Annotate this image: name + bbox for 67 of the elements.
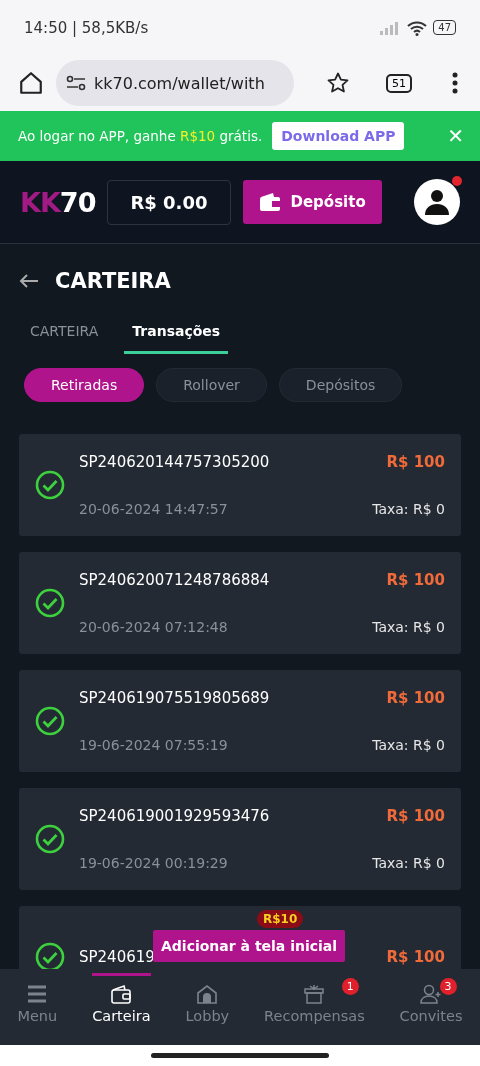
transaction-id: SP240619001929593476 [79,807,270,825]
logo: KK70 [20,186,96,218]
nav-item[interactable]: Carteira [92,973,151,1041]
gesture-handle[interactable] [151,1053,329,1058]
nav-item[interactable]: Recompensas 1 [264,973,365,1041]
filter-chip[interactable]: Retiradas [24,368,145,402]
nav-item[interactable]: Convites 3 [399,973,463,1041]
battery-indicator: 47 [433,20,456,35]
home-icon [196,984,219,1004]
transaction-id: SP240620144757305200 [79,453,270,471]
nav-label: Menu [17,1008,58,1024]
check-circle-icon [35,706,65,736]
nav-label: Convites [399,1008,463,1024]
transaction-fee: Taxa: R$ 0 [372,855,445,871]
transaction-id: SP240619 [79,948,155,966]
transaction-amount: R$ 100 [386,948,445,966]
add-user-icon [420,984,443,1004]
transaction-date: 20-06-2024 07:12:48 [79,619,228,635]
star-icon[interactable] [326,71,350,95]
transaction-amount: R$ 100 [386,807,445,825]
gift-icon [303,984,326,1004]
check-circle-icon [35,470,65,500]
wallet-icon [110,984,133,1004]
more-icon[interactable] [452,72,458,94]
download-app-button[interactable]: Download APP [272,122,405,150]
nav-item[interactable]: Lobby [185,973,230,1041]
home-icon[interactable] [18,70,44,96]
site-settings-icon[interactable] [66,75,86,91]
count-badge: 1 [341,978,359,995]
nav-label: Lobby [185,1008,230,1024]
transaction-id: SP240619075519805689 [79,689,270,707]
check-circle-icon [35,588,65,618]
status-time: 14:50 | 58,5KB/s [24,18,149,37]
tab[interactable]: Transações [124,317,229,354]
transaction-date: 19-06-2024 07:55:19 [79,737,228,753]
wifi-icon [407,19,428,36]
back-arrow-icon[interactable] [19,273,39,289]
check-circle-icon [35,824,65,854]
balance-display: R$ 0.00 [107,179,231,225]
profile-avatar[interactable] [414,179,460,225]
transaction-amount: R$ 100 [386,453,445,471]
nav-item[interactable]: Menu [17,973,58,1041]
bonus-badge: R$10 [257,910,304,928]
transaction-amount: R$ 100 [386,689,445,707]
filter-chip[interactable]: Rollover [156,368,267,402]
nav-label: Carteira [92,1008,151,1024]
transaction-amount: R$ 100 [386,571,445,589]
transaction-fee: Taxa: R$ 0 [372,619,445,635]
transaction-fee: Taxa: R$ 0 [372,501,445,517]
transaction-fee: Taxa: R$ 0 [372,737,445,753]
nav-label: Recompensas [264,1008,365,1024]
transaction-id: SP240620071248786884 [79,571,270,589]
transaction-date: 20-06-2024 14:47:57 [79,501,228,517]
tab-count-button[interactable]: 51 [386,73,412,93]
url-text: kk70.com/wallet/with [94,73,265,93]
transaction-date: 19-06-2024 00:19:29 [79,855,228,871]
menu-icon [26,984,49,1004]
count-badge: 3 [439,978,457,995]
deposit-button[interactable]: Depósito [242,180,382,224]
wallet-icon [258,192,281,212]
address-bar[interactable]: kk70.com/wallet/with [56,60,294,106]
user-icon [424,189,450,215]
tab[interactable]: CARTEIRA [30,317,99,354]
page-title: CARTEIRA [55,269,171,293]
promo-text: Ao logar no APP, ganhe R$10 grátis. [18,128,263,144]
add-to-home-label: Adicionar à tela inicial [161,938,338,954]
filter-chip[interactable]: Depósitos [278,368,403,402]
